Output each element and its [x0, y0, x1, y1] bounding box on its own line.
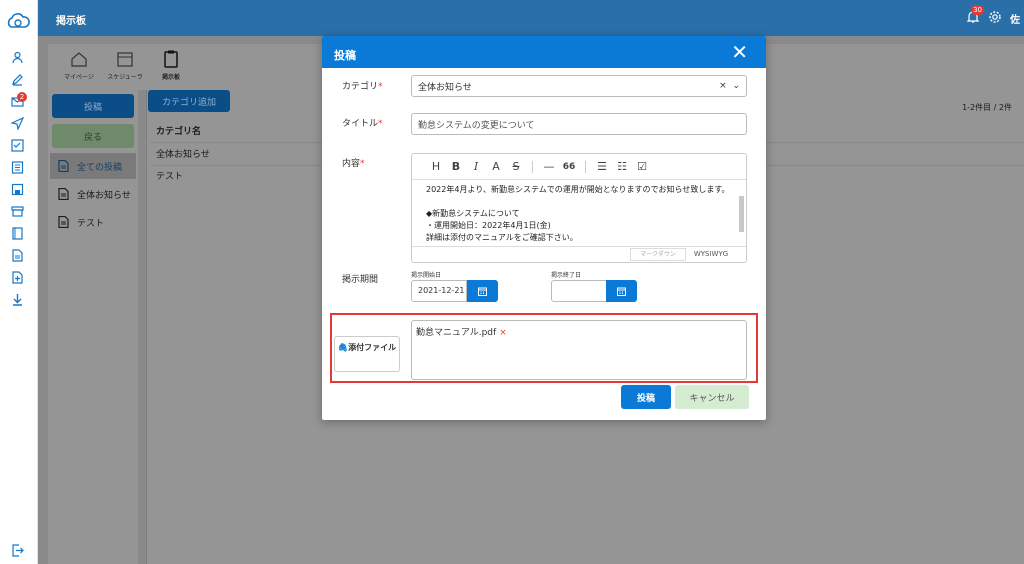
dialog-title: 投稿 — [334, 49, 356, 62]
nav-test[interactable]: テスト — [50, 209, 136, 235]
period-label: 掲示期間 — [342, 275, 379, 285]
heading-button[interactable]: H — [426, 160, 446, 173]
save-icon[interactable] — [10, 182, 24, 196]
editor-line: 2022年4月より、新勤怠システムでの運用が開始となりますのでお知らせ致します。 — [426, 185, 730, 194]
attachment-list[interactable]: 勤怠マニュアル.pdf × — [411, 320, 747, 380]
editor-mode-tabs: マークダウン WYSIWYG — [412, 246, 746, 262]
toolbar-divider — [585, 160, 586, 173]
remove-file-icon[interactable]: × — [499, 328, 507, 338]
notification-badge: 30 — [971, 5, 984, 15]
post-button[interactable]: 投稿 — [52, 94, 134, 118]
editor-scrollbar[interactable] — [738, 182, 745, 242]
attach-file-label: 添付ファイル — [348, 343, 397, 352]
nav-all-posts[interactable]: 全ての投稿 — [50, 153, 136, 179]
editor-line: ・運用開始日：2022年4月1日(金) — [426, 221, 551, 230]
post-dialog: 投稿 ✕ カテゴリ* 全体お知らせ × ⌄ タイトル* 勤怠システムの変更につい… — [322, 36, 766, 420]
document-icon — [58, 216, 69, 228]
book-icon[interactable] — [10, 226, 24, 240]
paperclip-icon: 🖇 — [337, 343, 349, 352]
clipboard-icon — [164, 50, 178, 68]
document-icon — [58, 160, 69, 172]
document-icon — [58, 188, 69, 200]
task-list-icon[interactable]: ☑ — [632, 160, 652, 173]
start-date-input[interactable]: 2021-12-21 — [411, 280, 467, 302]
add-document-icon[interactable] — [10, 270, 24, 284]
left-panel: 投稿 戻る 全ての投稿 全体お知らせ テスト — [48, 90, 138, 564]
home-icon — [71, 52, 87, 67]
toolbar-board-label: 掲示板 — [161, 74, 180, 81]
toolbar-scheduler[interactable]: スケジューラ — [100, 49, 150, 81]
pen-icon[interactable] — [10, 72, 24, 86]
user-icon[interactable] — [10, 50, 24, 64]
title-label: タイトル* — [342, 119, 383, 129]
calendar-icon — [617, 287, 626, 296]
pagination-text: 1-2件目 / 2件 — [962, 103, 1012, 112]
nav-test-label: テスト — [77, 218, 105, 229]
nav-general-notice-label: 全体お知らせ — [77, 190, 131, 201]
bold-button[interactable]: B — [446, 160, 466, 173]
checklist-icon[interactable] — [10, 138, 24, 152]
calendar-icon — [117, 52, 133, 67]
nav-general-notice[interactable]: 全体お知らせ — [50, 181, 136, 207]
markdown-tab[interactable]: マークダウン — [630, 248, 686, 261]
editor-toolbar: H B I A S — 66 ☰ ☷ ☑ — [412, 154, 746, 180]
toolbar-board[interactable]: 掲示板 — [146, 49, 196, 81]
toolbar-mypage-label: マイページ — [64, 74, 94, 81]
page-title: 掲示板 — [56, 16, 86, 27]
content-editor[interactable]: H B I A S — 66 ☰ ☷ ☑ 2022年4月より、新勤怠システムでの… — [411, 153, 747, 263]
icon-sidebar: 2 — [0, 0, 38, 564]
user-name[interactable]: 佐 — [1010, 11, 1020, 26]
category-select[interactable]: 全体お知らせ × ⌄ — [411, 75, 747, 97]
cloud-logo-icon[interactable] — [5, 10, 31, 32]
toolbar-scheduler-label: スケジューラ — [107, 74, 143, 81]
logout-icon[interactable] — [10, 543, 24, 557]
toolbar-divider — [532, 160, 533, 173]
end-date-input[interactable] — [551, 280, 607, 302]
archive-icon[interactable] — [10, 204, 24, 218]
attach-file-button[interactable]: 🖇添付ファイル — [334, 336, 400, 372]
gear-icon[interactable] — [988, 10, 1002, 24]
end-calendar-button[interactable] — [606, 280, 637, 302]
ordered-list-icon[interactable]: ☷ — [612, 160, 632, 173]
submit-post-button[interactable]: 投稿 — [621, 385, 671, 409]
text-color-button[interactable]: A — [486, 160, 506, 173]
cancel-button[interactable]: キャンセル — [675, 385, 749, 409]
quote-button[interactable]: 66 — [559, 162, 579, 172]
horizontal-rule-button[interactable]: — — [539, 160, 559, 173]
editor-line: 詳細は添付のマニュアルをご確認下さい。 — [426, 233, 578, 242]
back-button[interactable]: 戻る — [52, 124, 134, 148]
editor-content[interactable]: 2022年4月より、新勤怠システムでの運用が開始となりますのでお知らせ致します。… — [426, 184, 731, 244]
send-icon[interactable] — [10, 116, 24, 130]
clear-icon[interactable]: × — [719, 81, 727, 91]
end-date-label: 掲示終了日 — [551, 272, 582, 279]
header-bar: 掲示板 30 佐 — [38, 0, 1024, 36]
add-category-button[interactable]: カテゴリ追加 — [148, 90, 230, 112]
editor-line: ◆新勤怠システムについて — [426, 209, 520, 218]
start-date-label: 掲示開始日 — [411, 272, 442, 279]
attached-file-name[interactable]: 勤怠マニュアル.pdf — [416, 328, 496, 338]
category-value: 全体お知らせ — [418, 82, 472, 93]
start-calendar-button[interactable] — [467, 280, 498, 302]
bullet-list-icon[interactable]: ☰ — [592, 160, 612, 173]
wysiwyg-tab[interactable]: WYSIWYG — [686, 248, 736, 261]
close-icon[interactable]: ✕ — [731, 42, 748, 62]
chevron-down-icon[interactable]: ⌄ — [732, 81, 740, 91]
mail-count-badge: 2 — [17, 92, 27, 102]
title-input[interactable]: 勤怠システムの変更について — [411, 113, 747, 135]
document-icon[interactable] — [10, 248, 24, 262]
nav-all-posts-label: 全ての投稿 — [77, 162, 123, 173]
strikethrough-button[interactable]: S — [506, 160, 526, 173]
toolbar-mypage[interactable]: マイページ — [54, 49, 104, 81]
dialog-header: 投稿 ✕ — [322, 36, 766, 68]
download-icon[interactable] — [10, 292, 24, 306]
calendar-icon — [478, 287, 487, 296]
list-icon[interactable] — [10, 160, 24, 174]
divider — [146, 90, 147, 564]
content-label: 内容* — [342, 159, 365, 169]
category-label: カテゴリ* — [342, 82, 383, 92]
italic-button[interactable]: I — [466, 160, 486, 173]
